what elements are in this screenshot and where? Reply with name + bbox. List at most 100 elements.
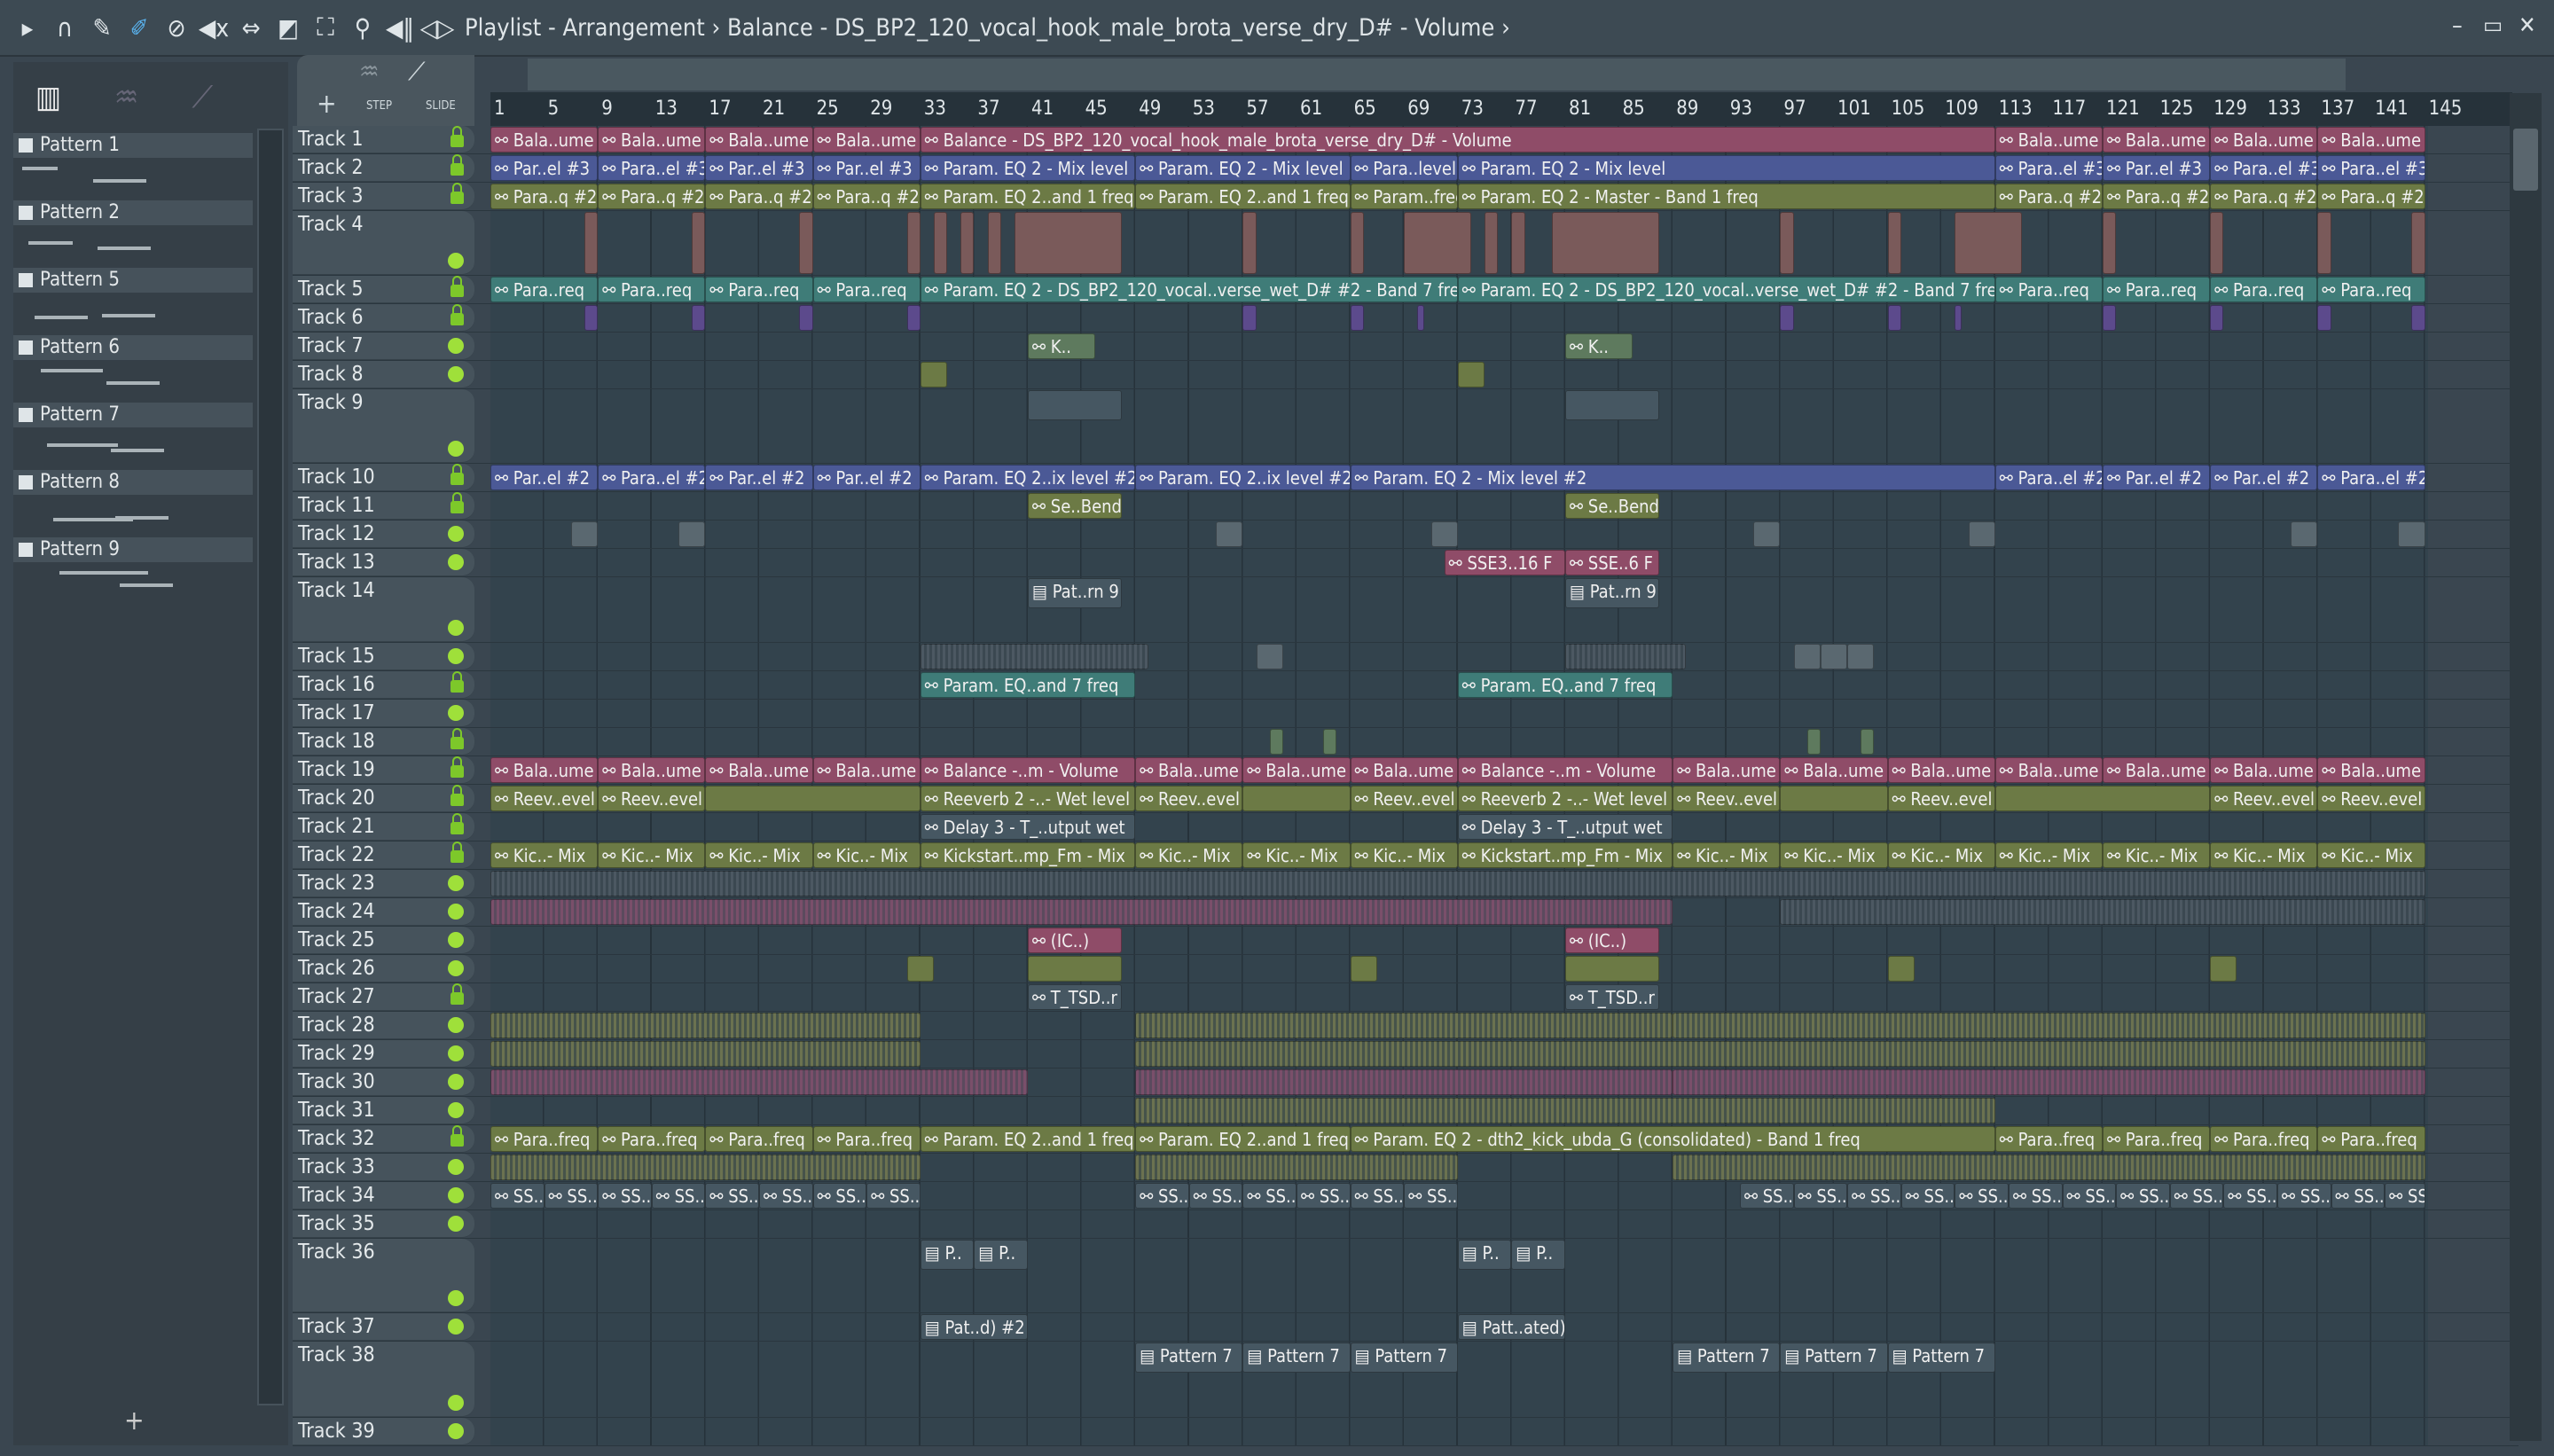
track-lane[interactable] (490, 1154, 2428, 1181)
clip[interactable] (1551, 212, 1660, 274)
track-header[interactable]: Track 30 (293, 1069, 474, 1096)
step-toggle[interactable]: STEP (366, 99, 392, 113)
clip[interactable] (490, 1013, 921, 1038)
track-header[interactable]: Track 10 (293, 464, 474, 491)
clip[interactable]: ▤ Pattern 7 (1135, 1342, 1243, 1373)
lock-icon[interactable] (450, 785, 464, 806)
track-header[interactable]: Track 22 (293, 842, 474, 869)
track-enable-led[interactable] (448, 1102, 464, 1118)
clip[interactable]: ⚯ Param..freq (1350, 184, 1458, 209)
clip[interactable] (584, 212, 599, 274)
clip[interactable]: ⚯ Param. EQ 2..ix level #2 (1135, 465, 1351, 490)
track-enable-led[interactable] (448, 1290, 464, 1306)
clip[interactable]: ⚯ Para..freq (812, 1126, 921, 1152)
clip[interactable]: ⚯ Reev..evel (490, 786, 599, 811)
clip[interactable]: ⚯ Bala..ume (2103, 127, 2211, 153)
track-lane[interactable] (490, 1097, 2428, 1124)
clip[interactable] (1565, 956, 1660, 982)
track-enable-led[interactable] (448, 904, 464, 920)
clip[interactable]: ⚯ Param. EQ 2 - dth2_kick_ubda_G (consol… (1350, 1126, 1995, 1152)
clip[interactable]: ⚯ Bala..ume (2210, 757, 2318, 783)
lock-icon[interactable] (450, 464, 464, 485)
lock-icon[interactable] (450, 276, 464, 297)
clip[interactable]: ▤ Pattern 7 (1780, 1342, 1888, 1373)
clip[interactable] (490, 1155, 921, 1180)
clip[interactable]: ⚯ SSE..6 F (1565, 550, 1660, 575)
clip[interactable]: ⚯ Para..freq (598, 1126, 706, 1152)
clip[interactable]: ⚯ Para..freq (1994, 1126, 2103, 1152)
scrollbar-thumb[interactable] (2513, 129, 2538, 191)
clip[interactable] (1820, 644, 1848, 669)
track-header[interactable]: Track 37 (293, 1313, 474, 1341)
track-header[interactable]: Track 33 (293, 1154, 474, 1181)
lock-icon[interactable] (450, 813, 464, 834)
track-lane[interactable]: ▤ Pat..d) #2 ▤ Patt..ated) (490, 1313, 2428, 1341)
clip[interactable]: ⚯ Balance - DS_BP2_120_vocal_hook_male_b… (920, 127, 1995, 153)
clip[interactable]: ▤ Pattern 7 (1242, 1342, 1351, 1373)
slip-icon[interactable]: ⇔ (236, 10, 266, 45)
clip[interactable]: ⚯ Reev..evel (1350, 786, 1458, 811)
clip[interactable]: ⚯ Para..req (490, 277, 599, 302)
clip[interactable]: ⚯ Par..el #2 (490, 465, 599, 490)
track-header[interactable]: Track 8 (293, 361, 474, 388)
clip[interactable]: ⚯ Kic..- Mix (1673, 842, 1781, 868)
track-enable-led[interactable] (448, 960, 464, 976)
clip[interactable] (1350, 956, 1377, 982)
clip[interactable]: ⚯ K.. (1565, 333, 1633, 359)
track-lane[interactable]: ⚯ Bala..ume ⚯ Bala..ume ⚯ Bala..ume ⚯ Bala.… (490, 756, 2428, 784)
track-lane[interactable] (490, 1069, 2428, 1096)
clip[interactable]: ▤ P.. (974, 1240, 1028, 1270)
clip[interactable] (1887, 212, 1901, 274)
clip[interactable]: ⚯ Bala..ume (598, 127, 706, 153)
clip[interactable] (799, 212, 813, 274)
lock-icon[interactable] (450, 304, 464, 325)
clip[interactable] (2210, 212, 2224, 274)
clip[interactable]: ⚯ K.. (1028, 333, 1095, 359)
track-lane[interactable] (490, 955, 2428, 982)
track-enable-led[interactable] (448, 1395, 464, 1411)
clip[interactable]: ⚯ Kic..- Mix (1887, 842, 1995, 868)
clip[interactable]: ⚯ Bala..ume (1242, 757, 1351, 783)
track-header[interactable]: Track 5 (293, 276, 474, 303)
breadcrumb-playlist[interactable]: Playlist - Arrangement (465, 14, 705, 42)
track-enable-led[interactable] (448, 875, 464, 891)
clip[interactable]: ⚯ Para..el #3 (2317, 155, 2425, 181)
track-lane[interactable]: ⚯ Delay 3 - T_..utput wet ⚯ Delay 3 - T_.… (490, 813, 2428, 841)
track-header[interactable]: Track 32 (293, 1125, 474, 1153)
automation-icon[interactable]: ⟋ (408, 57, 426, 87)
clip[interactable]: ⚯ Para..q #2 (705, 184, 813, 209)
clip[interactable]: ⚯ Para..el #2 (598, 465, 706, 490)
track-header[interactable]: Track 21 (293, 813, 474, 841)
track-header[interactable]: Track 19 (293, 756, 474, 784)
clip[interactable]: ⚯ SS.. (1242, 1183, 1297, 1209)
clip[interactable] (490, 871, 2425, 896)
track-header[interactable]: Track 23 (293, 870, 474, 897)
clip[interactable] (1256, 644, 1283, 669)
clip[interactable]: ⚯ Par..el #3 (490, 155, 599, 181)
clip[interactable]: ⚯ Para..freq (705, 1126, 813, 1152)
track-enable-led[interactable] (448, 441, 464, 457)
breadcrumb-target[interactable]: Balance - DS_BP2_120_vocal_hook_male_bro… (727, 14, 1494, 42)
clip[interactable]: ⚯ SS.. (705, 1183, 759, 1209)
clip[interactable]: ⚯ Bala..ume (2317, 127, 2425, 153)
clip[interactable]: ⚯ Bala..ume (812, 127, 921, 153)
clip[interactable]: ⚯ SS.. (2223, 1183, 2277, 1209)
clip[interactable]: ⚯ SS.. (2008, 1183, 2063, 1209)
clip[interactable]: ▤ P.. (920, 1240, 975, 1270)
track-enable-led[interactable] (448, 705, 464, 721)
clip[interactable] (1135, 1041, 2425, 1067)
clip[interactable] (2291, 521, 2318, 547)
clip[interactable] (920, 644, 1149, 669)
track-header[interactable]: Track 14 (293, 577, 474, 642)
clip[interactable]: ⚯ Kic..- Mix (1242, 842, 1351, 868)
clip[interactable]: ⚯ Kic..- Mix (2103, 842, 2211, 868)
clip[interactable]: ⚯ Kickstart..mp_Fm - Mix (1457, 842, 1673, 868)
clip[interactable] (678, 521, 706, 547)
track-lane[interactable]: ⚯ SS.. ⚯ SS.. ⚯ SS.. ⚯ SS.. ⚯ SS.. ⚯ SS.. ⚯ SS… (490, 1182, 2428, 1209)
clip[interactable] (2103, 212, 2117, 274)
lock-icon[interactable] (450, 842, 464, 863)
track-lane[interactable] (490, 700, 2428, 727)
clip[interactable]: ⚯ SS.. (1404, 1183, 1458, 1209)
lock-icon[interactable] (450, 154, 464, 176)
clip[interactable]: ⚯ SS.. (1847, 1183, 1901, 1209)
